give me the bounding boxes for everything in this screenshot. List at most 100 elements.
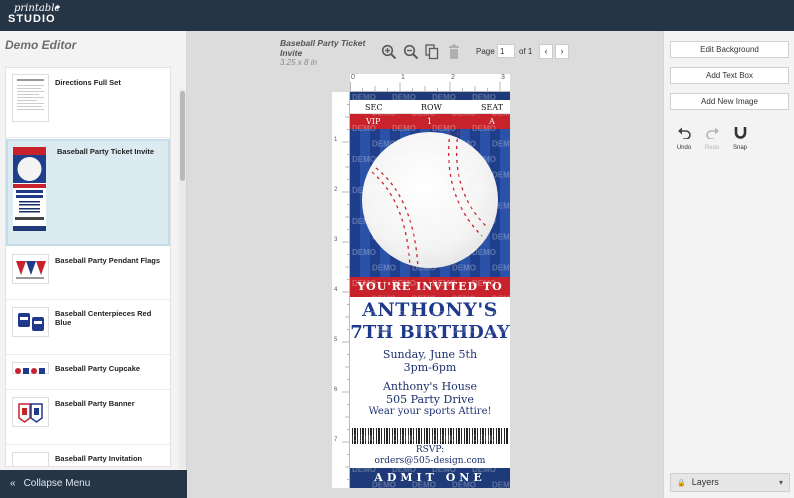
ruler-label: 6 <box>334 387 338 393</box>
undo-button[interactable]: Undo <box>674 126 694 151</box>
sidebar-title: Demo Editor <box>5 38 77 52</box>
guest-name-text[interactable]: ANTHONY'S <box>350 299 510 321</box>
ticket-header-row[interactable]: SEC ROW SEAT <box>350 100 510 114</box>
template-sidebar: Demo Editor Directions Full Set Baseball… <box>0 31 187 498</box>
list-item-directions[interactable]: Directions Full Set <box>6 68 170 138</box>
ruler-label: 3 <box>334 237 338 243</box>
attire-note-text[interactable]: Wear your sports Attire! <box>350 406 510 417</box>
barcode-graphic <box>352 428 508 444</box>
rsvp-email-text[interactable]: orders@505-design.com <box>350 456 510 466</box>
document-title: Baseball Party Ticket Invite <box>280 38 366 58</box>
baseball-image[interactable] <box>362 131 498 269</box>
page-label: Page <box>476 47 495 56</box>
template-list: Directions Full Set Baseball Party Ticke… <box>5 67 171 467</box>
zoom-out-icon[interactable] <box>403 44 419 65</box>
snap-button[interactable]: Snap <box>730 126 750 151</box>
banner-thumbnail <box>12 397 49 427</box>
invitation-thumbnail <box>12 452 49 466</box>
undo-label: Undo <box>676 145 692 151</box>
list-item-label: Baseball Party Cupcake <box>55 364 141 373</box>
chevron-right-icon: › <box>560 46 564 56</box>
ticket-values-row[interactable]: VIP 1 A <box>350 114 510 129</box>
sidebar-scroll-thumb[interactable] <box>180 91 185 181</box>
next-page-button[interactable]: › <box>555 44 569 59</box>
page-total: of 1 <box>519 47 533 56</box>
redo-button[interactable]: Redo <box>702 126 722 151</box>
ticket-row-value: 1 <box>427 117 433 126</box>
collapse-menu-label: Collapse Menu <box>23 478 91 489</box>
ticket-seat-value: A <box>489 117 495 126</box>
logo-line2: STUDIO <box>8 13 56 25</box>
horizontal-ruler: 0 1 2 3 <box>350 74 510 92</box>
demo-watermark-text: DEMO <box>492 419 510 428</box>
edit-background-button[interactable]: Edit Background <box>670 41 789 58</box>
list-item-banner[interactable]: Baseball Party Banner <box>6 391 170 445</box>
page-number-input[interactable]: 1 <box>497 44 515 58</box>
list-item-cupcake[interactable]: Baseball Party Cupcake <box>6 356 170 390</box>
list-item-invitation[interactable]: Baseball Party Invitation <box>6 446 170 466</box>
snap-label: Snap <box>732 145 747 151</box>
collapse-menu-button[interactable]: « Collapse Menu <box>0 470 187 498</box>
redo-icon <box>705 127 719 140</box>
ruler-label: 1 <box>401 74 405 81</box>
list-item-label: Baseball Party Pendant Flags <box>55 256 161 265</box>
date-text[interactable]: Sunday, June 5th <box>350 348 510 361</box>
ticket-top-band <box>350 92 510 100</box>
invited-banner[interactable]: YOU'RE INVITED TO <box>350 277 510 297</box>
chevron-left-icon: ‹ <box>544 46 548 56</box>
magnet-icon <box>734 127 746 139</box>
layers-dropdown[interactable]: 🔒 Layers ▾ <box>670 473 790 492</box>
cupcake-thumbnail <box>12 362 49 374</box>
chevron-down-icon: ▾ <box>778 478 783 487</box>
ruler-label: 7 <box>334 437 338 443</box>
printable-studio-logo[interactable]: printable STUDIO ✦ <box>8 3 61 25</box>
list-item-label: Baseball Party Invitation <box>55 454 143 463</box>
document-size: 3.25 x 8 in <box>280 58 317 67</box>
ticket-canvas[interactable]: SEC ROW SEAT VIP 1 A YOU'RE INVITED TO A… <box>350 92 510 488</box>
sparkle-icon: ✦ <box>54 3 61 12</box>
centerpieces-thumbnail <box>12 307 49 337</box>
ruler-label: 5 <box>334 337 338 343</box>
add-new-image-button[interactable]: Add New Image <box>670 93 789 110</box>
time-text[interactable]: 3pm-6pm <box>350 361 510 374</box>
double-chevron-left-icon: « <box>10 478 16 489</box>
trash-icon[interactable] <box>448 44 460 65</box>
list-item-label: Baseball Party Ticket Invite <box>57 147 154 156</box>
add-text-box-button[interactable]: Add Text Box <box>670 67 789 84</box>
layers-label: Layers <box>691 477 719 487</box>
ticket-sec-value: VIP <box>366 117 381 126</box>
redo-label: Redo <box>704 145 720 151</box>
list-item-ticket-invite[interactable]: Baseball Party Ticket Invite <box>6 139 170 246</box>
previous-page-button[interactable]: ‹ <box>539 44 553 59</box>
ruler-label: 2 <box>334 187 338 193</box>
ruler-label: 3 <box>501 74 505 81</box>
ruler-label: 1 <box>334 137 338 143</box>
admit-one-band[interactable]: ADMIT ONE <box>350 468 510 488</box>
list-item-label: Directions Full Set <box>55 78 121 87</box>
list-item-centerpieces[interactable]: Baseball Centerpieces Red Blue <box>6 301 170 355</box>
vertical-ruler: 1 2 3 4 5 6 7 <box>332 92 350 488</box>
ticket-header-sec: SEC <box>365 103 383 112</box>
ruler-label: 2 <box>451 74 455 81</box>
ticket-header-row-label: ROW <box>421 103 442 112</box>
ruler-label: 4 <box>334 287 338 293</box>
place-text[interactable]: Anthony's House <box>350 380 510 393</box>
directions-thumbnail <box>12 74 49 122</box>
rsvp-label-text[interactable]: RSVP: <box>350 445 510 455</box>
zoom-in-icon[interactable] <box>381 44 397 65</box>
ticket-header-seat: SEAT <box>481 103 503 112</box>
demo-watermark-text: DEMO <box>412 419 436 428</box>
demo-watermark-text: DEMO <box>372 419 396 428</box>
occasion-text[interactable]: 7TH BIRTHDAY <box>350 322 510 343</box>
list-item-pendant-flags[interactable]: Baseball Party Pendant Flags <box>6 248 170 300</box>
list-item-label: Baseball Party Banner <box>55 399 135 408</box>
duplicate-icon[interactable] <box>425 44 439 65</box>
pendant-flags-thumbnail <box>12 254 49 284</box>
tools-panel: Edit Background Add Text Box Add New Ima… <box>663 31 794 498</box>
ticket-invite-thumbnail <box>13 147 46 231</box>
baseball-stitches <box>371 131 489 269</box>
ruler-label: 0 <box>351 74 355 81</box>
undo-icon <box>677 127 691 140</box>
address-text[interactable]: 505 Party Drive <box>350 393 510 406</box>
list-item-label: Baseball Centerpieces Red Blue <box>55 309 152 327</box>
